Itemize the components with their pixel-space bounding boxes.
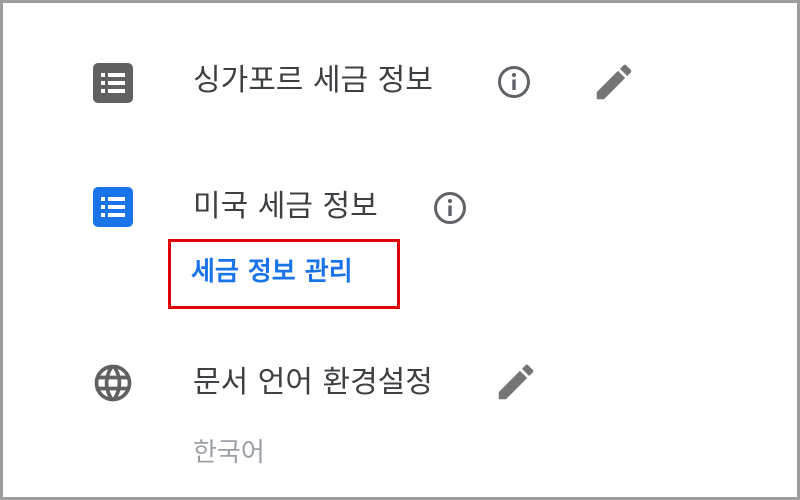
- manage-tax-info-link[interactable]: 세금 정보 관리: [191, 256, 353, 288]
- document-language-value: 한국어: [193, 438, 265, 468]
- info-icon[interactable]: [497, 65, 531, 99]
- singapore-tax-info-title: 싱가포르 세금 정보: [193, 63, 433, 98]
- us-tax-info-title: 미국 세금 정보: [193, 189, 378, 224]
- pencil-icon[interactable]: [493, 359, 539, 405]
- globe-icon: [94, 364, 132, 402]
- document-language-title: 문서 언어 환경설정: [193, 365, 433, 400]
- pencil-icon[interactable]: [591, 59, 637, 105]
- list-box-icon: [93, 187, 133, 227]
- settings-panel: 싱가포르 세금 정보 미국 세금 정보 세금 정보 관리 문서 언어 환경설정 …: [0, 0, 800, 500]
- info-icon[interactable]: [433, 191, 467, 225]
- list-box-icon: [93, 63, 133, 103]
